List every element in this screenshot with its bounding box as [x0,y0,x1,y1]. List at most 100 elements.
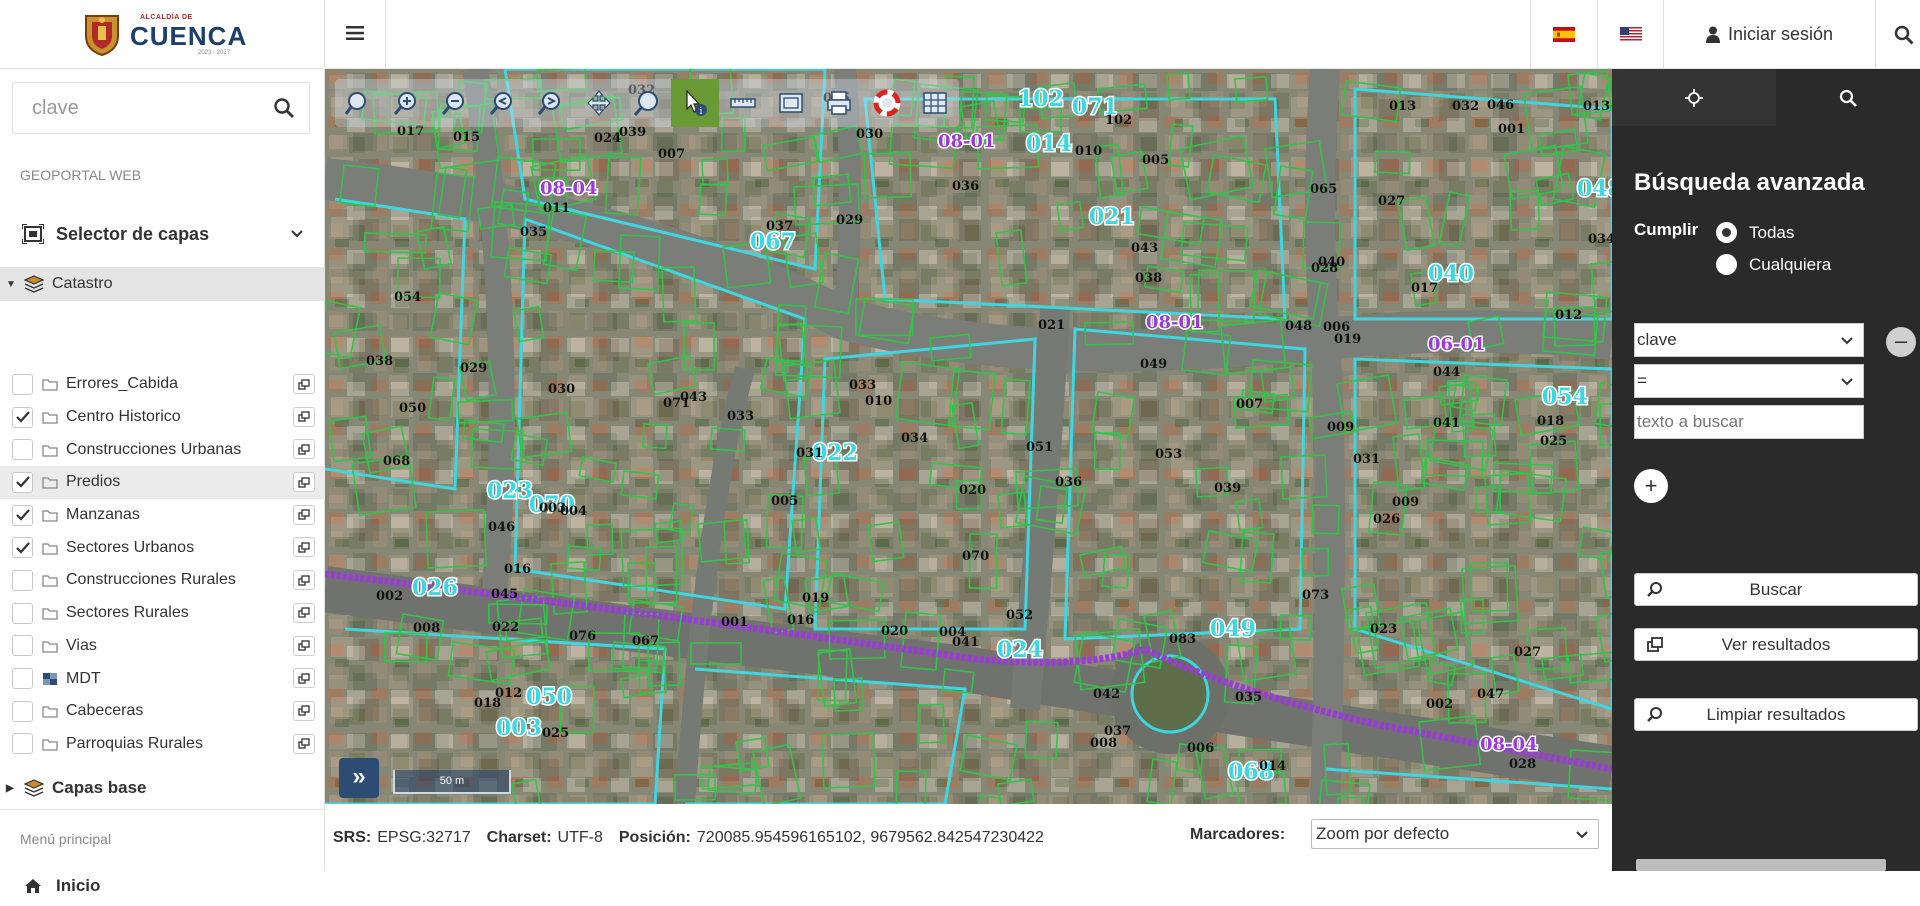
layer-row[interactable]: MDT [0,662,325,695]
layer-row[interactable]: Manzanas [0,499,325,532]
layer-options-button[interactable] [293,472,315,493]
parcel-label: 048 [1577,176,1612,202]
radio-all[interactable]: Todas [1716,222,1794,243]
parcel-label: 019 [1334,332,1361,347]
layer-options-button[interactable] [293,537,315,558]
layer-checkbox[interactable] [12,504,33,526]
external-window-icon [298,378,310,390]
map-tool-grid[interactable] [911,79,959,127]
language-english-button[interactable] [1597,0,1663,69]
layer-checkbox[interactable] [12,733,33,755]
layer-row[interactable]: Predios [0,466,325,499]
layer-row[interactable]: Errores_Cabida [0,368,325,401]
radio-any-label: Cualquiera [1749,254,1832,274]
clear-results-button[interactable]: Limpiar resultados [1634,698,1918,731]
layer-row[interactable]: Construcciones Rurales [0,564,325,597]
search-button[interactable]: Buscar [1634,573,1918,606]
layer-checkbox[interactable] [12,668,33,690]
layer-options-button[interactable] [293,374,315,394]
caret-down-icon: ▼ [6,278,16,290]
layer-options-button[interactable] [293,635,315,656]
minus-icon: – [1894,328,1908,353]
aerial-map[interactable]: 05002305404804904002202101408-0108-04067… [325,69,1612,804]
map-tool-identify[interactable]: i [671,79,719,127]
operator-select[interactable]: = [1634,364,1864,398]
map-tool-zoom-box[interactable] [623,79,671,127]
parcel-label: 043 [1131,241,1158,256]
layer-options-button[interactable] [293,406,315,427]
expand-panel-button[interactable]: » [339,758,379,798]
layer-checkbox[interactable] [12,569,33,591]
tab-locate[interactable] [1612,69,1776,126]
map-tool-zoom-next[interactable] [527,79,575,127]
parcel-label: 001 [1498,122,1525,137]
layer-checkbox[interactable] [12,439,33,461]
layer-group-base[interactable]: ▶ Capas base [0,771,325,805]
layer-row[interactable]: Sectores Rurales [0,597,325,630]
map-tool-zoom-previous[interactable] [479,79,527,127]
layer-row[interactable]: Cabeceras [0,695,325,728]
parcel-label: 027 [1378,194,1405,209]
map-tool-help[interactable] [863,79,911,127]
parcel-label: 08-04 [1480,734,1538,755]
map-viewport[interactable]: 05002305404804904002202101408-0108-04067… [325,69,1612,804]
layer-options-button[interactable] [293,570,315,591]
external-window-icon [298,411,310,422]
chevron-double-right-icon: » [352,763,366,790]
radio-checked-icon [1716,222,1737,243]
layer-options-button[interactable] [293,602,315,623]
layer-search-input[interactable] [14,84,264,132]
map-tool-zoom-extent[interactable] [335,79,383,127]
layer-checkbox[interactable] [12,635,33,657]
layer-options-button[interactable] [293,439,315,460]
layer-checkbox[interactable] [12,471,33,493]
radio-any[interactable]: Cualquiera [1716,254,1831,275]
parcel-label: 083 [1169,632,1196,647]
layer-options-button[interactable] [293,733,315,754]
bookmarks-select[interactable]: Zoom por defecto [1311,819,1599,849]
remove-condition-button[interactable]: – [1886,327,1916,357]
layer-row[interactable]: Sectores Urbanos [0,531,325,564]
view-results-button[interactable]: Ver resultados [1634,628,1918,661]
menu-item-inicio[interactable]: Inicio [0,866,325,906]
map-tool-measure-area[interactable] [767,79,815,127]
layer-options-button[interactable] [293,504,315,525]
field-select[interactable]: clave [1634,323,1864,357]
layer-label: Vias [66,636,97,654]
layer-options-button[interactable] [293,700,315,721]
hamburger-menu-button[interactable] [338,18,372,50]
layer-row[interactable]: Centro Historico [0,401,325,434]
layer-checkbox[interactable] [12,700,33,722]
map-tool-pan[interactable] [575,79,623,127]
parcel-label: 041 [1433,416,1460,431]
map-tool-print[interactable] [815,79,863,127]
layer-group-catastro[interactable]: ▼ Catastro [0,267,325,301]
external-window-icon [298,607,310,618]
language-spanish-button[interactable] [1530,0,1597,69]
layer-options-button[interactable] [293,668,315,689]
tab-search[interactable] [1776,69,1920,126]
map-tool-zoom-out[interactable] [431,79,479,127]
folder-icon [42,510,58,522]
horizontal-scrollbar[interactable] [1636,859,1886,871]
layer-checkbox[interactable] [12,373,33,395]
chevron-down-icon [1841,324,1853,356]
external-window-icon [298,705,310,717]
layer-checkbox[interactable] [12,537,33,559]
radio-all-label: Todas [1749,222,1795,242]
layer-selector-toggle[interactable]: Selector de capas [0,201,325,267]
layer-checkbox[interactable] [12,602,33,624]
login-button[interactable]: Iniciar sesión [1663,0,1875,69]
layer-row[interactable]: Parroquias Rurales [0,728,325,761]
global-search-button[interactable] [1875,0,1920,69]
map-tool-zoom-in[interactable] [383,79,431,127]
parcel-label: 044 [1433,365,1460,380]
layer-checkbox[interactable] [12,406,33,428]
value-input[interactable] [1635,406,1863,438]
layer-row[interactable]: Vias [0,630,325,663]
layer-row[interactable]: Construcciones Urbanas [0,433,325,466]
search-icon[interactable] [273,97,295,119]
parcel-label: 009 [1327,420,1354,435]
add-condition-button[interactable]: + [1634,469,1668,503]
map-tool-measure[interactable] [719,79,767,127]
